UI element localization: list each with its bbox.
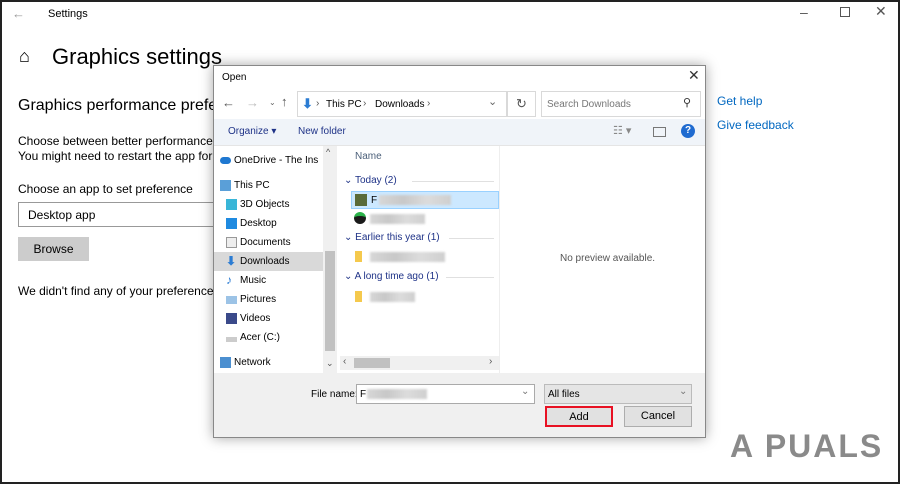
home-icon[interactable]: ⌂ [19,46,30,67]
forward-icon[interactable]: → [246,95,259,110]
nav-scrollbar[interactable]: ^ ⌄ [323,146,337,373]
nav-item-3d-objects[interactable]: 3D Objects [214,195,323,214]
dialog-footer: File name: F ⌄ All files ⌄ Add Cancel [214,373,705,437]
dialog-close-icon[interactable]: ✕ [688,67,700,84]
file-list-hscrollbar[interactable]: ‹ › [340,356,499,370]
back-arrow-icon[interactable]: ← [12,6,25,21]
preview-message: No preview available. [560,253,656,264]
search-input[interactable]: Search Downloads ⚲ [541,91,701,117]
search-icon: ⚲ [683,97,692,109]
picture-icon [226,296,237,304]
dialog-title: Open [222,72,247,83]
breadcrumb-downloads[interactable]: Downloads [375,99,424,110]
help-icon[interactable]: ? [681,124,695,138]
minimize-icon[interactable]: – [800,4,808,20]
folder-icon [355,251,362,262]
open-file-dialog: Open ✕ ← → ⌄ ↑ ⬇ › This PC › Downloads ›… [213,65,706,438]
app-icon [354,212,366,224]
up-icon[interactable]: ↑ [281,94,288,109]
download-icon: ⬇ [226,254,237,268]
nav-item-downloads[interactable]: ⬇ Downloads [214,252,323,271]
cancel-button[interactable]: Cancel [624,406,692,427]
dialog-toolbar: Organize ▾ New folder ☷ ▾ ? [214,119,705,146]
preview-pane-icon[interactable] [653,127,666,137]
description-line-2: You might need to restart the app for yo [18,149,229,163]
view-options-icon[interactable]: ☷ ▾ [613,124,631,137]
app-type-value: Desktop app [28,208,96,222]
section-title: Graphics performance prefe [18,97,218,114]
folder-item[interactable] [351,248,499,266]
cube-icon [226,199,237,210]
hscroll-thumb[interactable] [354,358,390,368]
downloads-icon: ⬇ [302,96,313,111]
file-name-input[interactable]: F ⌄ [356,384,535,404]
nav-item-desktop[interactable]: Desktop [214,214,323,233]
group-long-time-ago[interactable]: ⌄ A long time ago (1) [344,271,494,282]
file-name-label: File name: [311,389,358,400]
get-help-link[interactable]: Get help [717,94,762,108]
folder-item[interactable] [351,288,499,306]
file-name-prefix: F [371,195,378,206]
new-folder-button[interactable]: New folder [298,126,346,137]
group-earlier-this-year[interactable]: ⌄ Earlier this year (1) [344,232,494,243]
nav-item-pictures[interactable]: Pictures [214,290,323,309]
choose-app-label: Choose an app to set preference [18,182,193,196]
give-feedback-link[interactable]: Give feedback [717,118,794,132]
nav-item-videos[interactable]: Videos [214,309,323,328]
page-title: Graphics settings [52,44,222,69]
empty-preferences-text: We didn't find any of your preferences y [18,284,229,298]
search-placeholder: Search Downloads [547,99,631,110]
file-item[interactable] [351,210,499,228]
back-icon[interactable]: ← [222,95,235,110]
description-line-1: Choose between better performance or [18,134,227,148]
folder-icon [355,291,362,302]
nav-item-music[interactable]: ♪ Music [214,271,323,290]
nav-item-network[interactable]: Network [214,353,323,372]
recent-chevron-icon[interactable]: ⌄ [269,98,276,107]
computer-icon [220,180,231,191]
file-type-filter[interactable]: All files ⌄ [544,384,692,404]
organize-button[interactable]: Organize ▾ [228,126,276,137]
app-type-dropdown[interactable]: Desktop app [18,202,218,227]
network-icon [220,357,231,368]
nav-item-documents[interactable]: Documents [214,233,323,252]
video-icon [226,313,237,324]
nav-item-onedrive[interactable]: OneDrive - The Ins [214,151,323,170]
address-bar[interactable]: ⬇ › This PC › Downloads › ⌄ [297,91,507,117]
refresh-button[interactable]: ↻ [507,91,536,117]
file-item-selected[interactable]: F [351,191,499,209]
browse-button[interactable]: Browse [18,237,89,261]
breadcrumb-this-pc[interactable]: This PC [326,99,362,110]
nav-item-this-pc[interactable]: This PC [214,176,323,195]
nav-item-acer-c[interactable]: Acer (C:) [214,328,323,347]
installer-icon [355,194,367,206]
music-icon: ♪ [226,273,232,287]
document-icon [226,237,237,248]
maximize-icon[interactable] [840,7,850,17]
window-title: Settings [48,8,88,20]
appuals-watermark-logo: A PUALS [730,428,884,464]
add-button[interactable]: Add [545,406,613,427]
navigation-pane: OneDrive - The Ins This PC 3D Objects De… [214,146,324,373]
group-today[interactable]: ⌄ Today (2) [344,175,494,186]
desktop-icon [226,218,237,229]
close-window-icon[interactable]: ✕ [875,3,887,20]
drive-icon [226,337,237,342]
address-dropdown-icon[interactable]: ⌄ [488,95,497,108]
column-header-name[interactable]: Name [355,151,382,162]
nav-scrollbar-thumb[interactable] [325,251,335,351]
